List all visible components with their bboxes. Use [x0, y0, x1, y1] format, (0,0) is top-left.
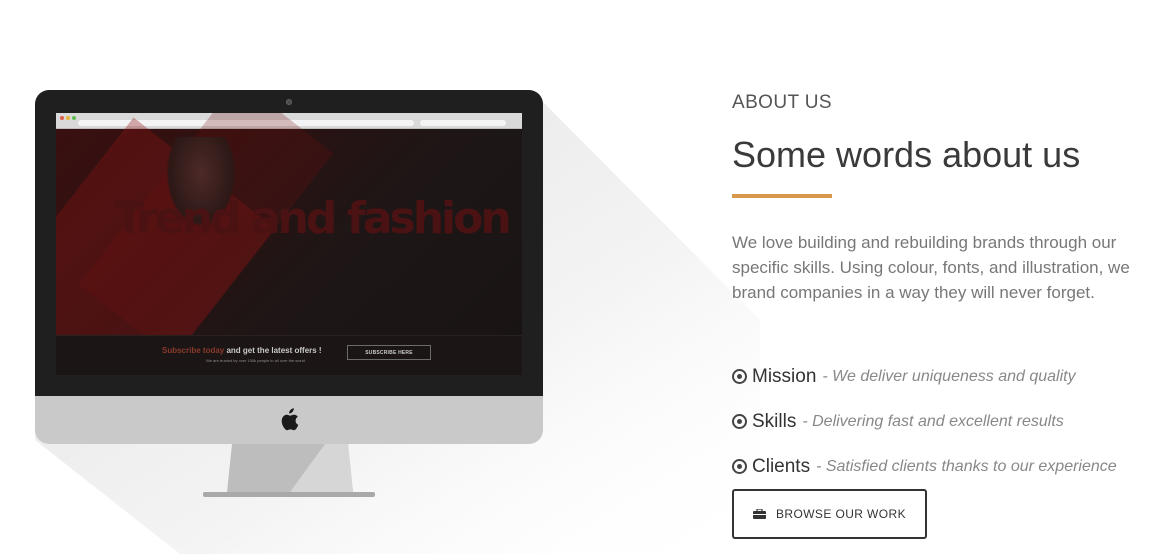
- maximize-dot-icon: [72, 116, 76, 120]
- feature-item-mission: Mission - We deliver uniqueness and qual…: [732, 354, 1172, 399]
- hero-title: Trend and fashion: [114, 193, 512, 244]
- browse-button-label: BROWSE OUR WORK: [775, 507, 906, 521]
- target-icon: [732, 459, 747, 474]
- minimize-dot-icon: [66, 116, 70, 120]
- browser-search-bar: [420, 120, 506, 126]
- feature-name: Clients: [752, 455, 811, 477]
- close-dot-icon: [60, 116, 64, 120]
- about-lead-paragraph: We love building and rebuilding brands t…: [732, 233, 1130, 302]
- subscribe-rest: and get the latest offers !: [224, 346, 322, 355]
- briefcase-icon: [752, 509, 766, 519]
- feature-list: Mission - We deliver uniqueness and qual…: [732, 354, 1172, 489]
- imac-device-mockup: Trend and fashion Subscribe today and ge…: [35, 90, 543, 500]
- device-screen: Trend and fashion Subscribe today and ge…: [56, 113, 522, 375]
- section-eyebrow: ABOUT US: [732, 92, 832, 113]
- accent-divider: [732, 194, 832, 198]
- target-icon: [732, 369, 747, 384]
- feature-description: - Delivering fast and excellent results: [802, 412, 1064, 430]
- feature-name: Skills: [752, 410, 797, 432]
- subscribe-strip: Subscribe today and get the latest offer…: [56, 335, 522, 375]
- camera-dot: [286, 99, 292, 105]
- section-headline: Some words about us: [732, 134, 1081, 175]
- imac-chin: [35, 396, 543, 444]
- browse-our-work-button[interactable]: BROWSE OUR WORK: [732, 489, 927, 539]
- subscribe-highlight: Subscribe today: [162, 346, 225, 355]
- feature-item-skills: Skills - Delivering fast and excellent r…: [732, 399, 1172, 444]
- subscribe-button: SUBSCRIBE HERE: [347, 345, 431, 360]
- imac-bezel: Trend and fashion Subscribe today and ge…: [35, 90, 543, 396]
- feature-description: - We deliver uniqueness and quality: [822, 367, 1076, 385]
- subscribe-small-text: We are trusted by over 100k people in al…: [206, 358, 305, 363]
- feature-description: - Satisfied clients thanks to our experi…: [816, 457, 1117, 475]
- subscribe-text: Subscribe today and get the latest offer…: [162, 346, 322, 355]
- apple-logo-icon: [281, 408, 299, 431]
- screen-hero: Trend and fashion: [56, 113, 522, 375]
- feature-item-clients: Clients - Satisfied clients thanks to ou…: [732, 444, 1172, 489]
- feature-name: Mission: [752, 365, 817, 387]
- target-icon: [732, 414, 747, 429]
- imac-stand: [203, 444, 375, 497]
